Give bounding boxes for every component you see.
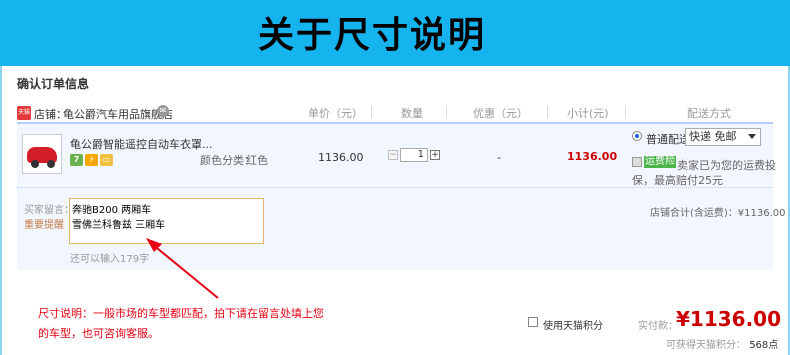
quantity-input[interactable]: 1: [400, 148, 428, 162]
pay-label: 实付款：: [638, 321, 678, 332]
important-reminder-link[interactable]: 重要提醒: [24, 216, 64, 231]
tmall-points-label: 使用天猫积分: [543, 321, 603, 332]
insurance-text: 卖家已为您的运费投: [677, 159, 776, 172]
message-text-line: 雪佛兰科鲁兹 三厢车: [72, 220, 166, 231]
shipping-method-select[interactable]: 快递 免邮: [685, 128, 761, 146]
shipping-option-label: 普通配送: [646, 133, 690, 146]
column-divider: [446, 106, 447, 118]
insurance-text-2: 保，最高赔付25元: [632, 174, 723, 187]
quantity-increase-button[interactable]: +: [430, 150, 440, 160]
shop-total: 店铺合计(含运费)：¥1136.00: [650, 208, 786, 219]
header-banner: 关于尺寸说明: [0, 0, 790, 66]
size-note: 尺寸说明：一般市场的车型都匹配，拍下请在留言处填上您的车型，也可咨询客服。: [38, 307, 324, 340]
column-subtotal: 小计(元): [567, 107, 609, 120]
section-title: 确认订单信息: [17, 77, 90, 91]
buyer-message-label: 买家留言：: [24, 205, 74, 216]
shipping-radio[interactable]: [632, 131, 642, 141]
points-earned: 可获得天猫积分： 568点: [666, 336, 778, 351]
quantity-decrease-button[interactable]: −: [388, 150, 398, 160]
column-divider: [625, 106, 626, 118]
product-thumbnail[interactable]: [22, 134, 62, 174]
shipping-selected-value: 快递 免邮: [689, 130, 737, 143]
message-remaining-count: 还可以输入179字: [70, 254, 150, 265]
pay-amount: ¥1136.00: [676, 307, 782, 331]
column-quantity: 数量: [401, 107, 423, 120]
column-divider: [547, 106, 548, 118]
subtotal-value: 1136.00: [567, 150, 618, 163]
unit-price: 1136.00: [318, 151, 364, 164]
points-label: 可获得天猫积分：: [666, 340, 746, 351]
column-divider: [371, 106, 372, 118]
product-title-link[interactable]: 龟公爵智能遥控自动车衣罩...: [70, 136, 213, 152]
tmall-points-checkbox[interactable]: [528, 317, 538, 327]
7-day-return-icon: 7: [70, 154, 83, 166]
message-text-line: 奔驰B200 两厢车: [72, 205, 152, 216]
tmall-shop-icon: 天猫: [17, 106, 31, 120]
wheel: [31, 160, 39, 168]
insurance-checkbox[interactable]: [632, 157, 642, 167]
banner-title: 关于尺寸说明: [258, 15, 487, 56]
column-unit-price: 单价（元）: [308, 107, 363, 120]
column-shipping: 配送方式: [687, 107, 731, 120]
sku-value: 红色: [246, 154, 268, 167]
points-value: 568点: [749, 340, 779, 351]
insurance-tag: 运费险: [644, 156, 676, 168]
chat-icon[interactable]: ✉: [157, 105, 169, 117]
column-discount: 优惠（元）: [473, 107, 528, 120]
wheel: [47, 160, 55, 168]
credit-card-icon: ▭: [100, 154, 113, 166]
chevron-down-icon: [748, 134, 756, 139]
fast-delivery-icon: ⚡: [85, 154, 98, 166]
discount-value: -: [497, 151, 501, 164]
